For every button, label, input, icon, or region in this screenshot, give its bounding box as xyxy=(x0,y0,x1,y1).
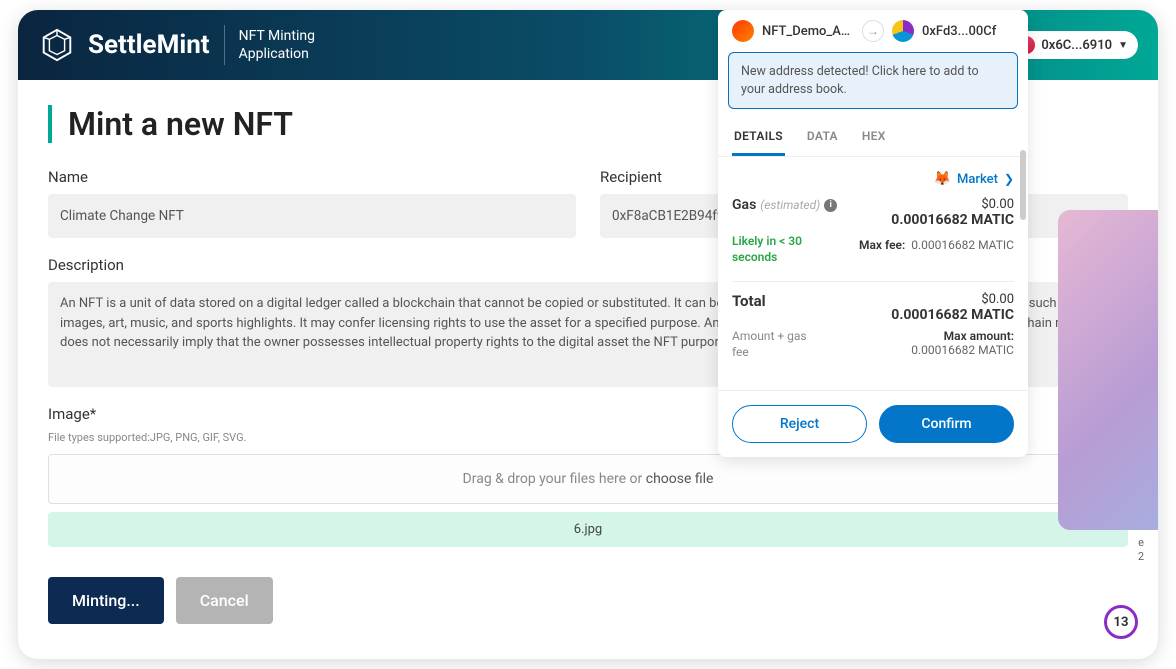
total-label: Total xyxy=(732,292,766,310)
from-avatar-icon xyxy=(732,20,754,42)
peek-line2: 2 xyxy=(1028,550,1144,564)
logo-icon xyxy=(38,26,76,64)
market-text: Market xyxy=(957,172,998,187)
choose-file-link[interactable]: choose file xyxy=(646,471,714,487)
scrollbar[interactable] xyxy=(1020,150,1026,220)
upload-text: Drag & drop your files here or xyxy=(463,471,646,487)
name-input[interactable] xyxy=(48,194,576,238)
gas-label: Gas xyxy=(732,197,756,213)
app-line2: Application xyxy=(239,45,315,63)
chevron-right-icon: ❯ xyxy=(1004,172,1014,186)
maxamount-label: Max amount: xyxy=(911,329,1014,343)
mint-button[interactable]: Minting... xyxy=(48,577,164,624)
wallet-address: 0x6C...6910 xyxy=(1041,38,1112,53)
amount-plus-gas: Amount + gas fee xyxy=(732,329,822,360)
brand-name: SettleMint xyxy=(88,30,210,60)
nft-preview-peek: e 2 xyxy=(1028,180,1158,580)
fox-icon: 🦊 xyxy=(934,171,951,187)
total-fiat: $0.00 xyxy=(891,292,1014,307)
uploaded-file-chip[interactable]: 6.jpg xyxy=(48,512,1128,547)
tab-details[interactable]: DETAILS xyxy=(732,119,785,156)
maxfee-label: Max fee: xyxy=(859,238,905,252)
peek-line1: e xyxy=(1028,536,1144,550)
total-crypto: 0.00016682 MATIC xyxy=(891,307,1014,323)
gas-crypto: 0.00016682 MATIC xyxy=(891,212,1014,228)
upload-dropzone[interactable]: Drag & drop your files here or choose fi… xyxy=(48,454,1128,504)
confirmation-time: Likely in < 30 seconds xyxy=(732,234,822,265)
app-frame: SettleMint NFT Minting Application TIC 0… xyxy=(18,10,1158,659)
gas-fiat: $0.00 xyxy=(891,197,1014,212)
to-avatar-icon xyxy=(892,20,914,42)
logo-section: SettleMint xyxy=(38,26,210,64)
modal-tabs: DETAILS DATA HEX xyxy=(718,119,1028,157)
cancel-button[interactable]: Cancel xyxy=(176,577,273,624)
notification-badge[interactable]: 13 xyxy=(1104,605,1138,639)
separator xyxy=(732,281,1014,282)
wallet-confirmation-modal: NFT_Demo_Ac... → 0xFd3...00Cf New addres… xyxy=(718,10,1028,457)
maxamount-value: 0.00016682 MATIC xyxy=(911,343,1014,357)
wallet-selector[interactable]: 0x6C...6910 ▼ xyxy=(1011,31,1138,59)
tab-data[interactable]: DATA xyxy=(805,119,840,156)
info-icon[interactable]: i xyxy=(824,199,837,212)
nft-preview-image xyxy=(1058,210,1158,530)
from-account[interactable]: NFT_Demo_Ac... xyxy=(762,24,854,39)
name-label: Name xyxy=(48,168,576,186)
confirm-button[interactable]: Confirm xyxy=(879,405,1014,443)
chevron-down-icon: ▼ xyxy=(1118,40,1128,51)
to-account[interactable]: 0xFd3...00Cf xyxy=(922,24,1014,39)
app-subtitle: NFT Minting Application xyxy=(239,27,315,63)
app-line1: NFT Minting xyxy=(239,27,315,45)
new-address-notice[interactable]: New address detected! Click here to add … xyxy=(728,52,1018,109)
market-link[interactable]: 🦊 Market ❯ xyxy=(732,171,1014,187)
transaction-body: 🦊 Market ❯ Gas (estimated) i $0.00 0.000… xyxy=(718,157,1028,390)
estimated-label: (estimated) xyxy=(760,198,820,212)
transfer-arrow-icon: → xyxy=(862,20,884,42)
modal-header: NFT_Demo_Ac... → 0xFd3...00Cf xyxy=(718,10,1028,52)
maxfee-value: 0.00016682 MATIC xyxy=(911,238,1014,252)
divider xyxy=(224,25,225,65)
tab-hex[interactable]: HEX xyxy=(860,119,888,156)
reject-button[interactable]: Reject xyxy=(732,405,867,443)
